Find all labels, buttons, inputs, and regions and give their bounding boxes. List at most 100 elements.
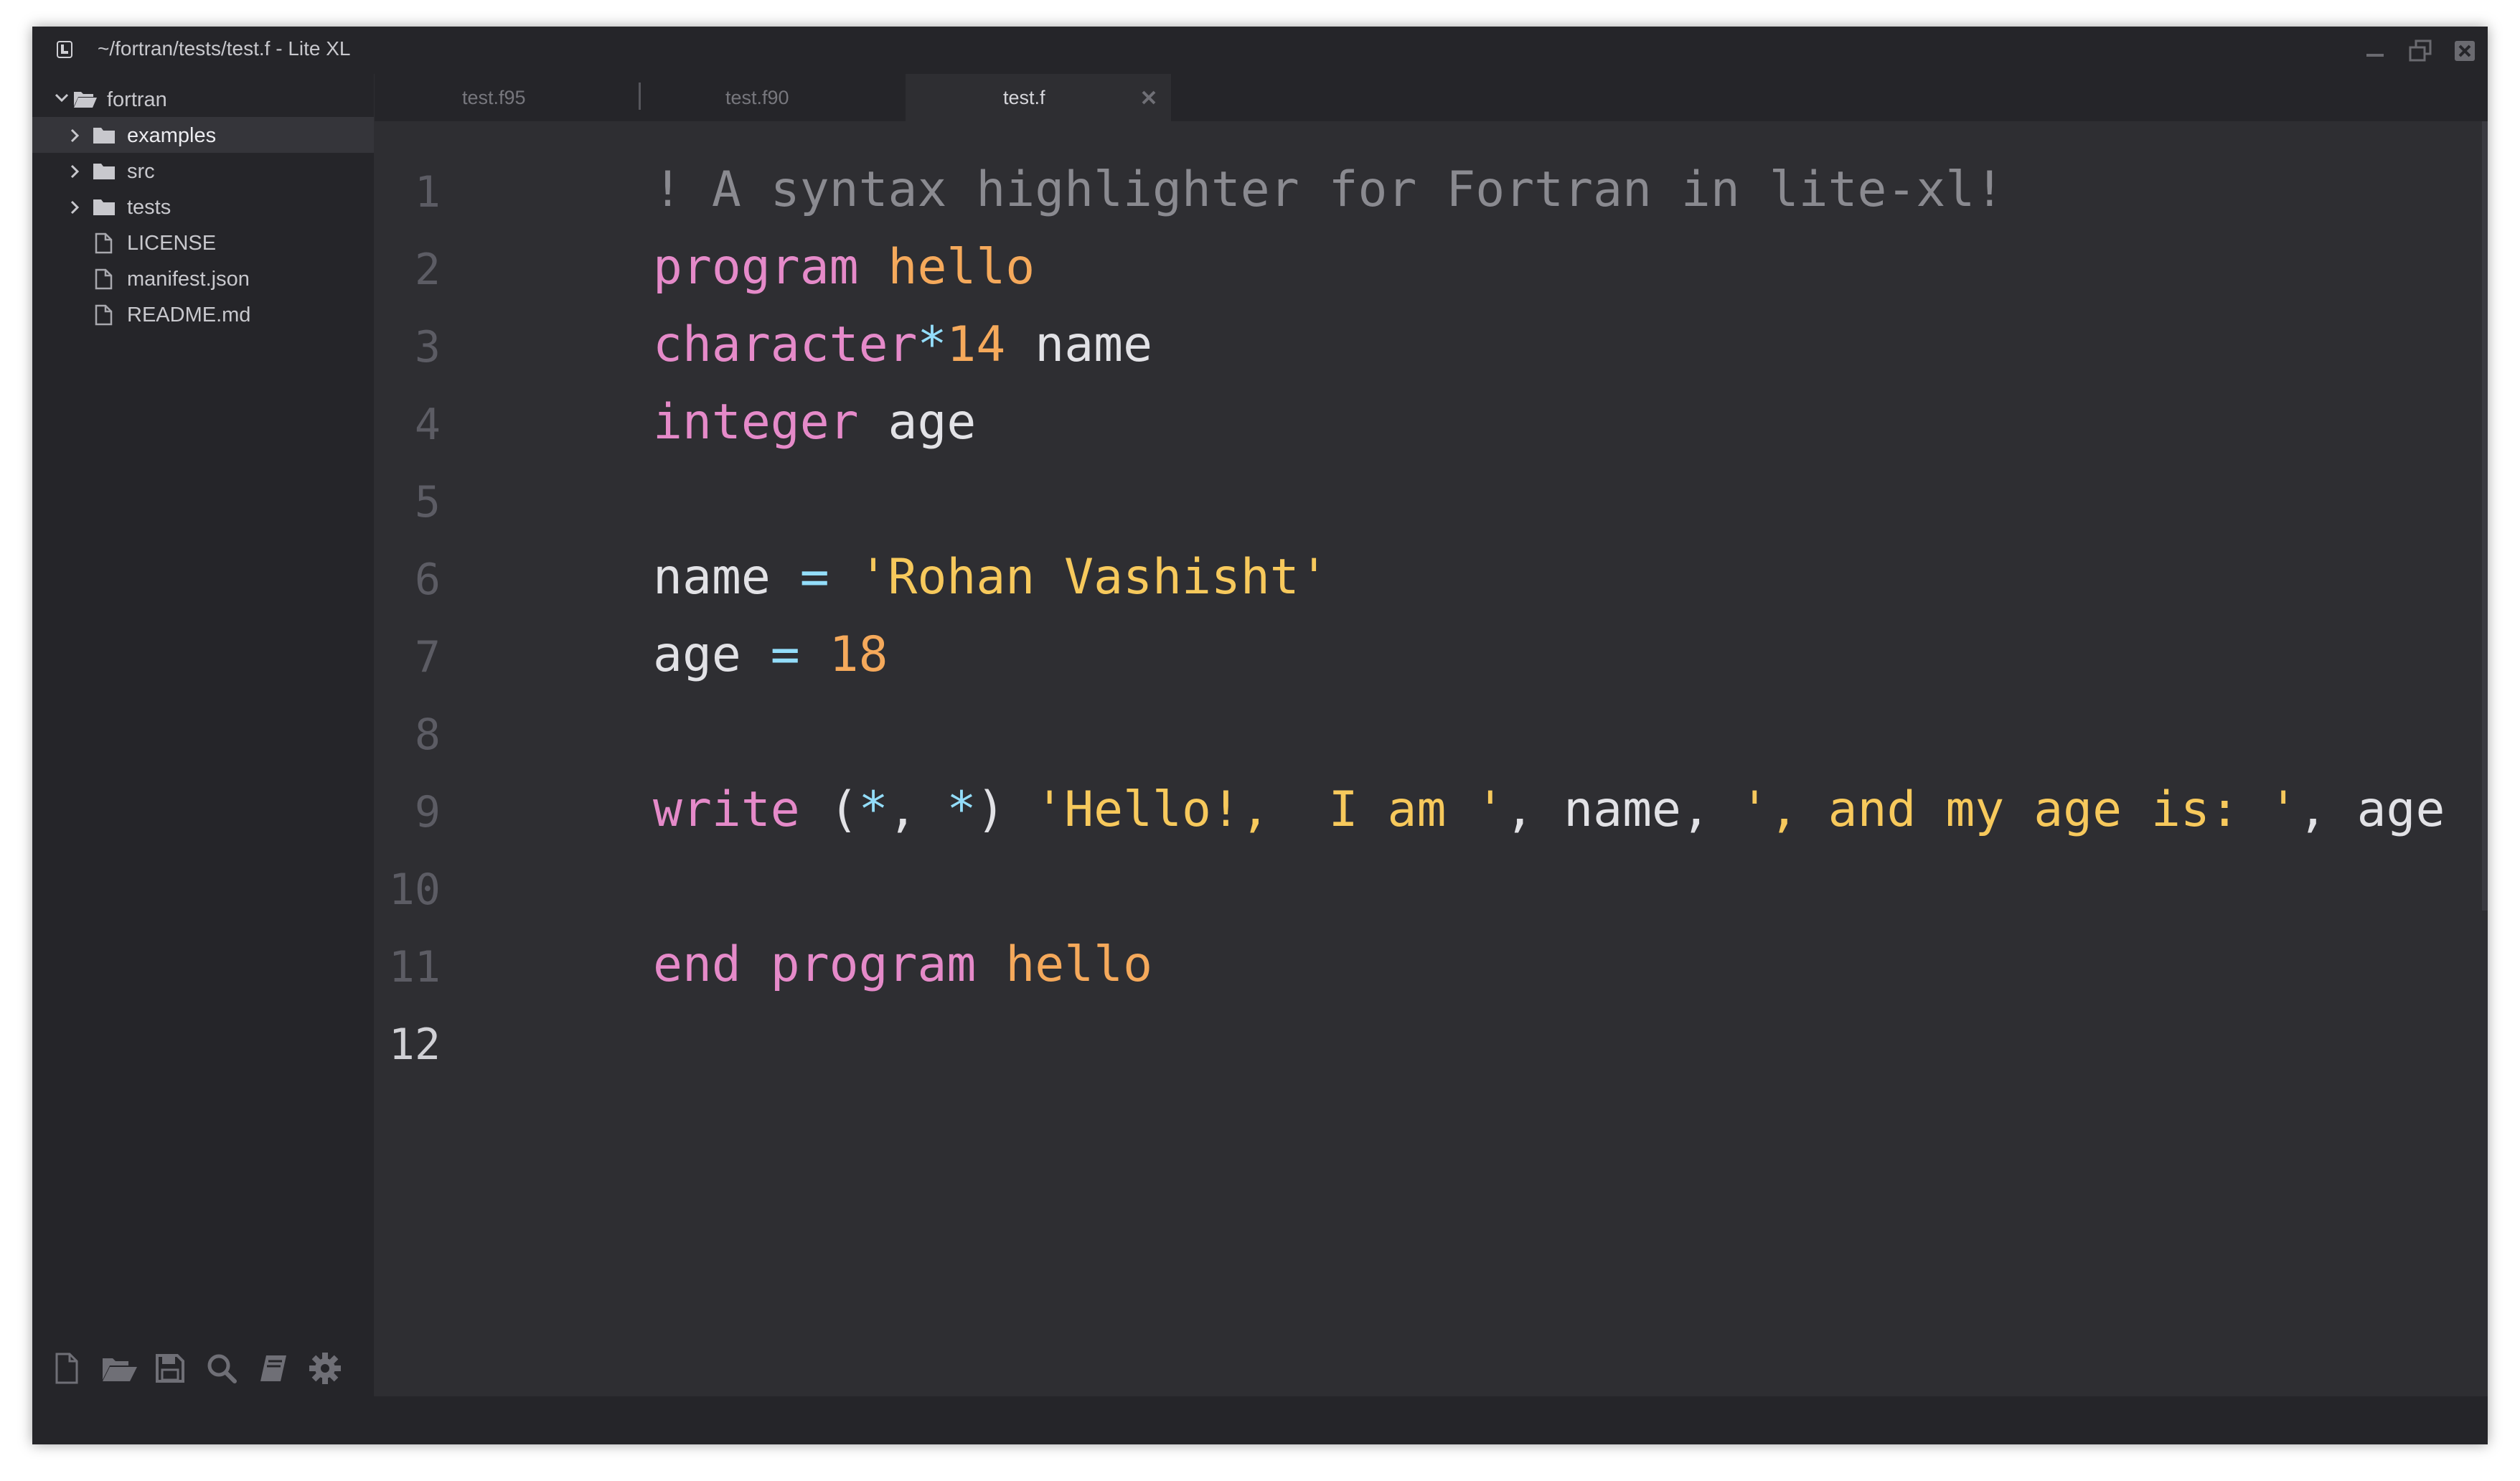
token-operator: * (858, 781, 888, 838)
token-normal: name (1005, 316, 1153, 373)
tree-item-tests[interactable]: tests (32, 189, 374, 225)
tab-test-f[interactable]: test.f (906, 74, 1171, 121)
token-normal: ( (799, 781, 859, 838)
token-number: 14 (946, 316, 1006, 373)
token-number: 18 (829, 626, 888, 683)
code-line[interactable]: name = 'Rohan Vashisht' (653, 549, 1329, 606)
token-normal: , (888, 781, 947, 838)
code-line[interactable]: end program hello (653, 936, 1152, 994)
file-icon (93, 268, 113, 293)
token-keyword: integer (653, 394, 859, 451)
open-folder-icon[interactable] (101, 1351, 137, 1386)
line-number: 3 (414, 322, 441, 372)
app-logo-icon (57, 41, 72, 58)
line-number: 8 (414, 710, 441, 760)
tree-item-examples[interactable]: examples (32, 117, 374, 153)
vertical-scrollbar[interactable] (2482, 121, 2488, 911)
code-editor[interactable]: 1 2 3 4 5 6 7 8 9 10 11 12 ! A syntax highlighter f… (375, 121, 2488, 1396)
token-string: 'Hello!, I am ' (1035, 781, 1505, 838)
tree-item-label: LICENSE (127, 232, 217, 255)
tab-bar: test.f95 test.f90 test.f (375, 74, 2488, 121)
sidebar-toolbar (32, 1343, 374, 1393)
token-operator: * (917, 316, 947, 373)
tree-item-label: tests (127, 196, 171, 219)
line-number: 7 (414, 632, 441, 682)
tree-item-license[interactable]: LICENSE (32, 225, 374, 260)
token-normal (741, 936, 771, 993)
code-line[interactable]: integer age (653, 394, 976, 451)
tab-label: test.f95 (462, 87, 526, 108)
tree-item-src[interactable]: src (32, 153, 374, 189)
token-keyword: program (770, 936, 977, 993)
tree-item-label: examples (127, 124, 217, 147)
line-number: 10 (388, 865, 441, 915)
file-icon (93, 304, 113, 329)
token-normal: , name, (1505, 781, 1740, 838)
tree-root-fortran[interactable]: fortran (32, 81, 374, 117)
folder-icon (92, 125, 116, 148)
token-operator: = (799, 549, 829, 606)
chevron-right-icon[interactable] (68, 164, 81, 182)
file-icon (93, 232, 113, 257)
tree-item-label: src (127, 160, 155, 183)
save-icon[interactable] (153, 1351, 187, 1386)
tab-test-f90[interactable]: test.f90 (640, 74, 906, 121)
token-normal: age (653, 626, 771, 683)
token-normal (829, 549, 859, 606)
code-line[interactable]: ! A syntax highlighter for Fortran in li… (653, 161, 2004, 219)
tree-item-label: manifest.json (127, 268, 250, 291)
token-normal: ) (976, 781, 1035, 838)
minimize-icon[interactable] (2361, 37, 2389, 65)
token-string: 'Rohan Vashisht' (858, 549, 1329, 606)
line-number: 2 (414, 245, 441, 295)
close-window-icon[interactable] (2450, 37, 2479, 65)
token-comment: ! A syntax highlighter for Fortran in li… (653, 161, 2005, 218)
file-tree-sidebar: fortran examples src tests LICENSE manifest.… (32, 74, 374, 1396)
token-string: ', and my age is: ' (1739, 781, 2298, 838)
token-keyword: character (653, 316, 918, 373)
token-keyword: write (653, 781, 800, 838)
status-bar (32, 1396, 2488, 1444)
folder-open-icon (72, 89, 98, 112)
line-number: 12 (388, 1020, 441, 1070)
tree-root-label: fortran (107, 88, 167, 111)
gear-icon[interactable] (308, 1351, 342, 1386)
token-function: hello (1005, 936, 1153, 993)
tree-item-readme-md[interactable]: README.md (32, 296, 374, 332)
new-file-icon[interactable] (50, 1351, 84, 1386)
chevron-down-icon (54, 90, 70, 108)
chevron-right-icon[interactable] (68, 199, 81, 218)
chevron-right-icon[interactable] (68, 128, 81, 146)
window-title: ~/fortran/tests/test.f - Lite XL (98, 37, 351, 60)
tab-test-f95[interactable]: test.f95 (375, 74, 641, 121)
tree-item-manifest-json[interactable]: manifest.json (32, 260, 374, 296)
token-function: hello (888, 239, 1035, 296)
line-number: 1 (414, 167, 441, 217)
tab-label: test.f (1003, 87, 1045, 108)
code-line[interactable]: write (*, *) 'Hello!, I am ', name, ', a… (653, 781, 2445, 839)
code-line[interactable]: character*14 name (653, 316, 1152, 374)
token-keyword: end (653, 936, 741, 993)
close-tab-icon[interactable] (1139, 88, 1158, 107)
line-number: 11 (388, 942, 441, 992)
token-normal (800, 626, 829, 683)
tree-item-label: README.md (127, 304, 251, 326)
tab-label: test.f90 (725, 87, 789, 108)
line-number: 5 (414, 477, 441, 527)
token-normal: age (858, 394, 977, 451)
token-normal (976, 936, 1005, 993)
token-normal: , age (2298, 781, 2445, 838)
restore-icon[interactable] (2406, 37, 2435, 65)
title-bar[interactable]: ~/fortran/tests/test.f - Lite XL (32, 27, 2488, 74)
search-icon[interactable] (204, 1351, 239, 1386)
token-normal (859, 239, 888, 296)
folder-icon (92, 197, 116, 220)
folder-icon (92, 161, 116, 184)
code-line[interactable]: program hello (653, 239, 1035, 296)
book-icon[interactable] (256, 1351, 291, 1386)
app-window: ~/fortran/tests/test.f - Lite XL fortran… (32, 27, 2488, 1444)
token-operator: * (946, 781, 977, 838)
line-number: 4 (414, 400, 441, 450)
code-line[interactable]: age = 18 (653, 626, 888, 684)
line-number: 6 (414, 555, 441, 605)
